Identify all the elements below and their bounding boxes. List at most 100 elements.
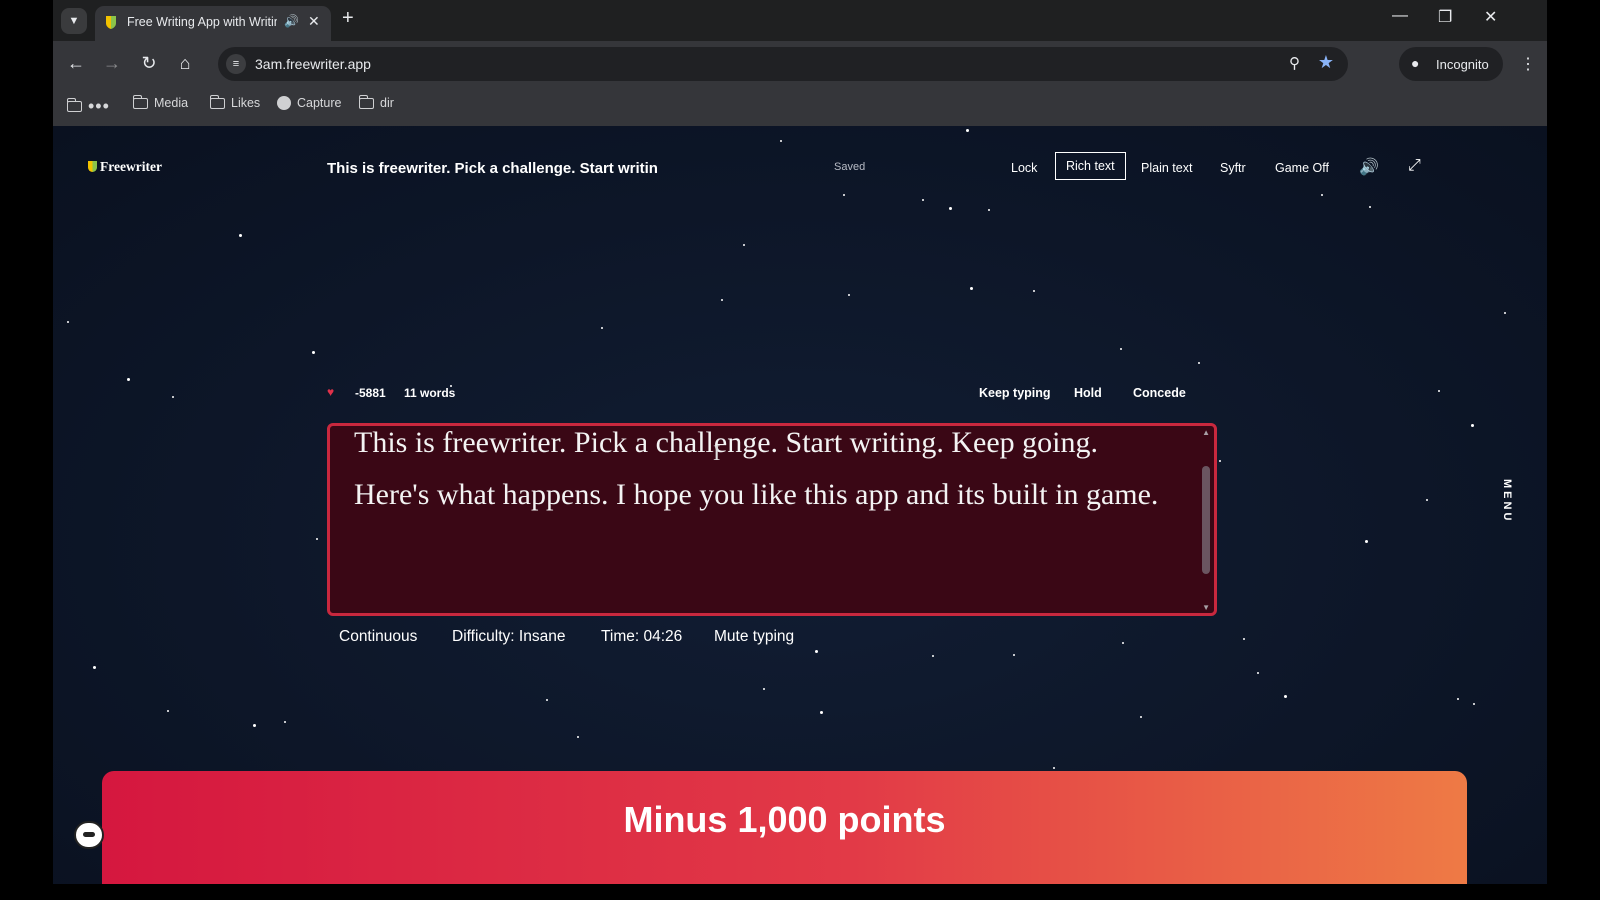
star-dot	[815, 650, 818, 653]
shield-icon	[88, 161, 97, 172]
back-icon[interactable]: ←	[63, 51, 89, 75]
bookmark-media[interactable]: Media	[132, 94, 188, 110]
star-dot	[1504, 312, 1506, 314]
bookmarks-folder-icon[interactable]: •••	[66, 96, 110, 117]
folder-icon	[358, 94, 374, 109]
restore-icon[interactable]: ❐	[1438, 7, 1452, 27]
forward-icon[interactable]: →	[99, 51, 125, 75]
star-dot	[1219, 460, 1221, 462]
tab-title: Free Writing App with Writing Game	[127, 15, 277, 29]
address-bar[interactable]: ≡ 3am.freewriter.app ⚲ ★	[218, 47, 1348, 81]
freewriter-logo[interactable]: Freewriter	[88, 159, 162, 175]
tab-audio-icon[interactable]: 🔊	[284, 14, 299, 28]
mute-typing-option[interactable]: Mute typing	[714, 628, 794, 646]
star-dot	[932, 655, 934, 657]
bookmark-likes[interactable]: Likes	[209, 94, 260, 110]
url-text[interactable]: 3am.freewriter.app	[255, 56, 371, 72]
speaker-icon[interactable]: 🔊	[1359, 157, 1379, 177]
star-dot	[316, 538, 318, 540]
star-dot	[93, 666, 96, 669]
bookmark-capture[interactable]: Capture	[277, 96, 341, 110]
browser-window: ▼ Free Writing App with Writing Game 🔊 ✕…	[53, 0, 1547, 884]
password-key-icon[interactable]: ⚲	[1289, 54, 1300, 72]
star-dot	[1426, 499, 1428, 501]
star-dot	[922, 199, 924, 201]
difficulty-option[interactable]: Difficulty: Insane	[452, 628, 565, 646]
writing-editor[interactable]: This is freewriter. Pick a challenge. St…	[327, 423, 1217, 616]
star-dot	[253, 724, 256, 727]
time-option[interactable]: Time: 04:26	[601, 628, 682, 646]
bookmark-dir[interactable]: dir	[358, 94, 394, 110]
bookmark-star-icon[interactable]: ★	[1318, 52, 1334, 73]
concede-button[interactable]: Concede	[1133, 386, 1186, 400]
browser-toolbar: ← → ↻ ⌂ ≡ 3am.freewriter.app ⚲ ★ ● Incog…	[53, 41, 1547, 86]
star-dot	[1369, 206, 1371, 208]
star-dot	[843, 194, 845, 196]
keep-typing-button[interactable]: Keep typing	[979, 386, 1051, 400]
incognito-icon: ●	[1411, 55, 1420, 71]
syftr-button[interactable]: Syftr	[1220, 161, 1246, 175]
star-dot	[1013, 654, 1015, 656]
game-toggle-button[interactable]: Game Off	[1275, 161, 1329, 175]
star-dot	[1140, 716, 1142, 718]
star-dot	[970, 287, 973, 290]
browser-menu-icon[interactable]: ⋮	[1520, 54, 1536, 74]
star-dot	[780, 140, 782, 142]
more-bookmarks-icon[interactable]: •••	[88, 96, 110, 117]
star-dot	[239, 234, 242, 237]
home-icon[interactable]: ⌂	[172, 51, 198, 75]
editor-scrollbar[interactable]	[1202, 466, 1210, 574]
site-info-icon[interactable]: ≡	[226, 54, 246, 74]
star-dot	[949, 207, 952, 210]
folder-icon	[132, 94, 148, 109]
star-dot	[1471, 424, 1474, 427]
bookmarks-bar: ••• Media Likes Capture dir	[53, 86, 1547, 126]
tab-search-icon[interactable]: ▼	[61, 8, 87, 34]
star-dot	[1284, 695, 1287, 698]
star-dot	[988, 209, 990, 211]
star-dot	[1243, 638, 1245, 640]
continuous-option[interactable]: Continuous	[339, 628, 417, 646]
star-dot	[601, 327, 603, 329]
robot-mascot-icon[interactable]	[74, 821, 104, 849]
star-dot	[820, 711, 823, 714]
star-dot	[1438, 390, 1440, 392]
document-title: This is freewriter. Pick a challenge. St…	[327, 160, 658, 177]
scroll-up-icon[interactable]: ▲	[1202, 428, 1210, 437]
incognito-label: Incognito	[1436, 57, 1489, 72]
tab-freewriter[interactable]: Free Writing App with Writing Game 🔊 ✕	[95, 6, 331, 41]
star-dot	[67, 321, 69, 323]
heart-icon: ♥	[327, 385, 335, 399]
star-dot	[167, 710, 169, 712]
lock-button[interactable]: Lock	[1011, 161, 1037, 175]
star-dot	[1033, 290, 1035, 292]
incognito-badge[interactable]: ● Incognito	[1399, 47, 1503, 81]
star-dot	[1198, 362, 1200, 364]
star-dot	[127, 378, 130, 381]
star-dot	[1122, 642, 1124, 644]
fullscreen-icon[interactable]: ⤢	[1408, 157, 1421, 175]
freewriter-page: Freewriter This is freewriter. Pick a ch…	[53, 126, 1547, 884]
minimize-icon[interactable]: —	[1392, 7, 1408, 25]
penalty-message: Minus 1,000 points	[623, 799, 946, 840]
score: -5881	[355, 386, 386, 400]
save-status: Saved	[834, 161, 866, 173]
star-dot	[284, 721, 286, 723]
star-dot	[172, 396, 174, 398]
scroll-down-icon[interactable]: ▼	[1202, 603, 1210, 612]
globe-icon	[277, 96, 291, 110]
editor-text[interactable]: This is freewriter. Pick a challenge. St…	[354, 426, 1174, 521]
side-menu-toggle[interactable]: MENU	[1501, 479, 1513, 523]
reload-icon[interactable]: ↻	[136, 51, 162, 75]
tab-close-icon[interactable]: ✕	[308, 13, 320, 30]
star-dot	[966, 129, 969, 132]
window-close-icon[interactable]: ✕	[1484, 7, 1497, 27]
star-dot	[1257, 672, 1259, 674]
star-dot	[1365, 540, 1368, 543]
star-dot	[848, 294, 850, 296]
rich-text-button[interactable]: Rich text	[1055, 152, 1126, 180]
hold-button[interactable]: Hold	[1074, 386, 1102, 400]
new-tab-icon[interactable]: +	[342, 8, 354, 28]
penalty-banner: Minus 1,000 points	[102, 771, 1467, 884]
plain-text-button[interactable]: Plain text	[1141, 161, 1192, 175]
